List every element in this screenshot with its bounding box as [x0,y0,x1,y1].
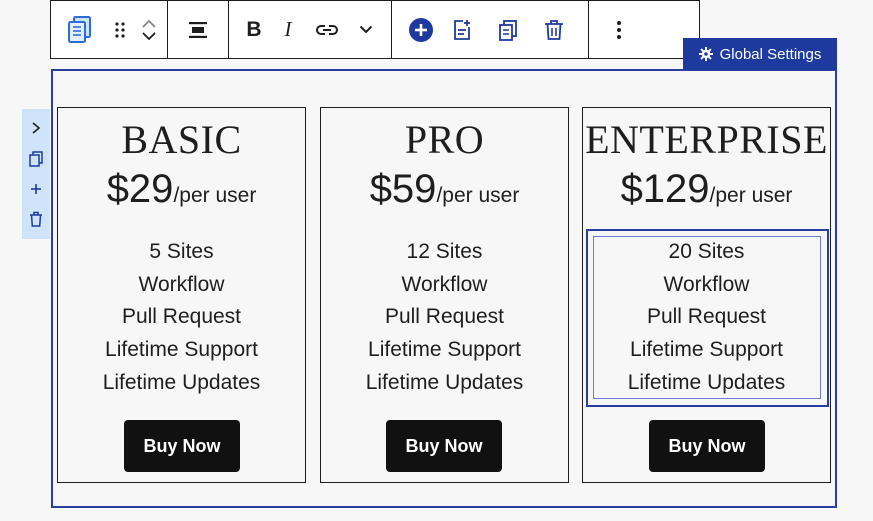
feature-item: Pull Request [121,305,242,329]
block-controls-group [51,1,168,58]
plan-price-unit: /per user [436,184,520,207]
plan-price: $129 [620,167,710,211]
align-group [168,1,229,58]
add-icon[interactable] [404,1,438,58]
delete-icon[interactable] [29,211,43,227]
feature-item: Lifetime Updates [627,370,786,394]
price-row: $129/per user [583,164,830,223]
feature-item: Lifetime Updates [365,370,524,394]
move-down-icon[interactable] [141,31,157,41]
delete-icon[interactable] [532,1,576,58]
price-row: $59/per user [321,164,568,223]
buy-now-button[interactable]: Buy Now [124,420,240,472]
feature-item: Lifetime Support [105,338,258,362]
plan-price-unit: /per user [173,184,257,207]
block-actions-group [392,1,589,58]
move-up-icon[interactable] [141,19,157,29]
feature-item: Lifetime Support [368,338,521,362]
price-row: $29/per user [58,164,305,223]
block-type-icon[interactable] [51,1,109,58]
feature-item: Pull Request [384,305,505,329]
feature-list: 20 Sites Workflow Pull Request Lifetime … [583,236,830,400]
feature-item: 12 Sites [406,240,483,263]
plan-name: PRO [404,117,485,162]
plan-price-unit: /per user [709,184,793,207]
move-controls [131,1,167,58]
feature-item: Pull Request [646,305,767,329]
chevron-down-icon[interactable] [349,1,383,58]
add-icon[interactable] [30,183,42,195]
more-group [589,1,649,58]
drag-handle-icon[interactable] [109,1,131,58]
feature-item: 5 Sites [149,240,214,263]
side-toolbar [22,109,50,239]
feature-list: 5 Sites Workflow Pull Request Lifetime S… [58,236,305,400]
more-options-icon[interactable] [602,1,636,58]
plan-name: ENTERPRISE [585,117,828,162]
gear-icon [698,47,713,61]
align-icon[interactable] [181,1,215,58]
feature-item: Lifetime Updates [102,370,261,394]
italic-button[interactable]: I [271,1,305,58]
feature-item: Workflow [401,272,488,296]
feature-item: 20 Sites [668,240,745,263]
copy-icon[interactable] [29,151,43,167]
global-settings-button[interactable]: Global Settings [683,38,837,70]
plan-price: $29 [106,167,174,211]
buy-now-button[interactable]: Buy Now [386,420,502,472]
feature-list: 12 Sites Workflow Pull Request Lifetime … [321,236,568,400]
duplicate-icon[interactable] [486,1,530,58]
global-settings-label: Global Settings [719,45,822,63]
feature-item: Lifetime Support [630,338,783,362]
insert-after-icon[interactable] [440,1,484,58]
pricing-card-pro[interactable]: PRO $59/per user 12 Sites Workflow Pull … [320,107,569,483]
expand-icon[interactable] [31,121,41,135]
plan-name: BASIC [121,117,242,162]
format-group: B I [229,1,392,58]
block-toolbar: B I [50,0,700,59]
plan-price: $59 [369,167,437,211]
pricing-card-enterprise[interactable]: ENTERPRISE $129/per user 20 Sites Workfl… [582,107,831,483]
buy-now-button[interactable]: Buy Now [649,420,765,472]
feature-item: Workflow [663,272,750,296]
feature-item: Workflow [138,272,225,296]
pricing-card-basic[interactable]: BASIC $29/per user 5 Sites Workflow Pull… [57,107,306,483]
link-icon[interactable] [305,1,349,58]
bold-button[interactable]: B [237,1,271,58]
